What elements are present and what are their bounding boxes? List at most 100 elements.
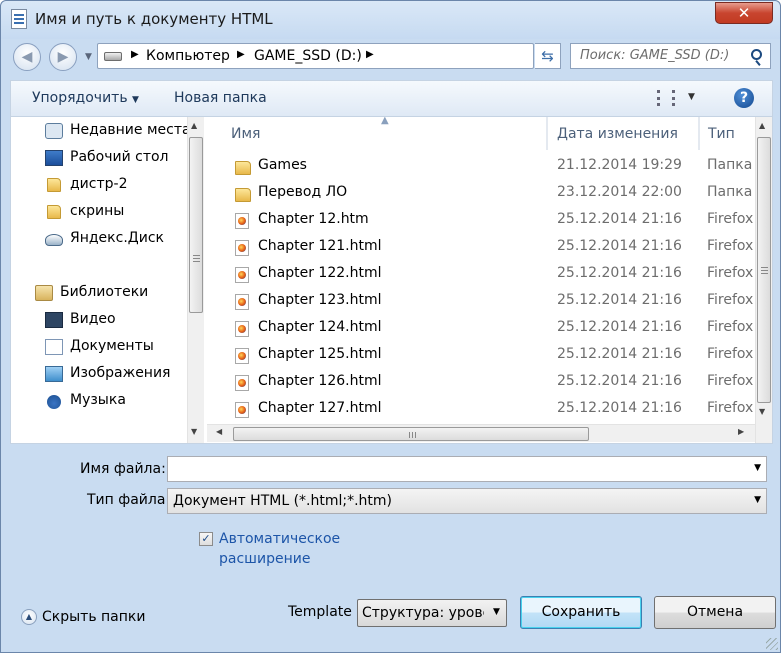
file-name: Chapter 123.html xyxy=(258,292,382,308)
scroll-right-icon[interactable]: ▶ xyxy=(738,427,744,436)
search-icon[interactable] xyxy=(751,49,762,60)
file-row[interactable]: Chapter 124.html 25.12.2014 21:16 Firefox xyxy=(207,315,755,342)
close-button[interactable]: ✕ xyxy=(715,2,773,24)
view-dropdown-icon[interactable]: ▼ xyxy=(688,92,695,102)
scroll-up-icon[interactable]: ▲ xyxy=(191,121,197,130)
music-library-icon xyxy=(47,395,61,409)
column-header-date[interactable]: Дата изменения xyxy=(547,117,699,150)
breadcrumb-drive[interactable]: GAME_SSD (D:) xyxy=(254,48,362,64)
chevron-down-icon[interactable]: ▼ xyxy=(754,463,761,473)
images-library-icon xyxy=(45,366,63,382)
refresh-icon: ⇆ xyxy=(541,47,554,65)
column-header-name[interactable]: Имя ▲ xyxy=(207,117,547,150)
sort-ascending-icon: ▲ xyxy=(381,117,389,126)
view-options-icon[interactable] xyxy=(657,90,675,106)
firefox-file-icon xyxy=(235,375,249,391)
firefox-file-icon xyxy=(235,267,249,283)
file-date: 25.12.2014 21:16 xyxy=(557,373,682,389)
yandex-disk-icon xyxy=(45,234,63,246)
firefox-file-icon xyxy=(235,213,249,229)
cancel-button[interactable]: Отмена xyxy=(654,596,776,629)
firefox-file-icon xyxy=(235,348,249,364)
file-type: Firefox xyxy=(707,400,754,416)
file-name: Chapter 122.html xyxy=(258,265,382,281)
horizontal-scroll-thumb[interactable] xyxy=(233,427,589,441)
file-type: Firefox xyxy=(707,211,754,227)
navigation-scrollbar[interactable]: ▲ ▼ xyxy=(187,117,204,443)
file-name: Chapter 121.html xyxy=(258,238,382,254)
breadcrumb-arrow-icon[interactable]: ▶ xyxy=(131,49,139,60)
file-date: 25.12.2014 21:16 xyxy=(557,292,682,308)
new-folder-button[interactable]: Новая папка xyxy=(174,90,267,106)
file-row[interactable]: Chapter 127.html 25.12.2014 21:16 Firefox xyxy=(207,396,755,423)
scroll-left-icon[interactable]: ◀ xyxy=(216,427,222,436)
file-type: Папка xyxy=(707,184,753,200)
filename-field[interactable]: ▼ xyxy=(167,456,767,482)
folder-icon xyxy=(235,161,251,175)
auto-extension-checkbox[interactable]: ✓ xyxy=(199,532,213,546)
navigation-pane: Недавние места Рабочий стол дистр-2 скри… xyxy=(11,117,187,445)
auto-extension-label[interactable]: Автоматическое xyxy=(219,531,340,547)
filetype-select[interactable]: Документ HTML (*.html;*.htm) ▼ xyxy=(167,488,767,514)
organize-button[interactable]: Упорядочить ▼ xyxy=(32,90,139,106)
back-button[interactable]: ◀ xyxy=(13,43,41,71)
file-row[interactable]: Chapter 125.html 25.12.2014 21:16 Firefox xyxy=(207,342,755,369)
auto-extension-label-2[interactable]: расширение xyxy=(219,551,310,567)
scroll-up-icon[interactable]: ▲ xyxy=(759,121,765,130)
files-scroll-thumb[interactable] xyxy=(757,137,771,403)
window-title: Имя и путь к документу HTML xyxy=(35,10,273,28)
save-button[interactable]: Сохранить xyxy=(520,596,642,629)
breadcrumb-arrow-icon[interactable]: ▶ xyxy=(237,49,245,60)
document-icon xyxy=(11,9,27,29)
firefox-file-icon xyxy=(235,402,249,418)
recent-locations-dropdown[interactable]: ▼ xyxy=(85,52,92,62)
file-date: 25.12.2014 21:16 xyxy=(557,400,682,416)
checkmark-icon: ✓ xyxy=(201,532,211,545)
file-type: Firefox xyxy=(707,238,754,254)
address-bar[interactable]: ▶ Компьютер ▶ GAME_SSD (D:) ▶ ▼ xyxy=(97,43,623,69)
file-row[interactable]: Chapter 122.html 25.12.2014 21:16 Firefox xyxy=(207,261,755,288)
refresh-button[interactable]: ⇆ xyxy=(535,43,561,69)
breadcrumb-computer[interactable]: Компьютер xyxy=(146,48,230,64)
file-name: Перевод ЛО xyxy=(258,184,348,200)
file-row[interactable]: Chapter 121.html 25.12.2014 21:16 Firefox xyxy=(207,234,755,261)
resize-grip-icon[interactable] xyxy=(766,638,778,650)
drive-icon xyxy=(104,52,122,61)
files-vertical-scrollbar[interactable]: ▲ ▼ xyxy=(755,117,772,443)
file-name: Chapter 12.htm xyxy=(258,211,369,227)
help-icon[interactable]: ? xyxy=(734,88,754,108)
template-select[interactable]: Структура: уровень ▼ xyxy=(357,599,507,627)
chevron-down-icon[interactable]: ▼ xyxy=(754,495,761,505)
file-row[interactable]: Chapter 12.htm 25.12.2014 21:16 Firefox xyxy=(207,207,755,234)
hide-folders-button[interactable]: Скрыть папки xyxy=(42,609,145,625)
file-row[interactable]: Chapter 126.html 25.12.2014 21:16 Firefox xyxy=(207,369,755,396)
file-type: Firefox xyxy=(707,319,754,335)
video-library-icon xyxy=(45,312,63,328)
back-arrow-icon: ◀ xyxy=(21,49,33,65)
navigation-scroll-thumb[interactable] xyxy=(189,137,203,313)
file-date: 25.12.2014 21:16 xyxy=(557,238,682,254)
file-row[interactable]: Перевод ЛО 23.12.2014 22:00 Папка xyxy=(207,180,755,207)
firefox-file-icon xyxy=(235,321,249,337)
forward-button[interactable]: ▶ xyxy=(49,43,77,71)
folder-icon xyxy=(235,188,251,202)
file-row[interactable]: Games 21.12.2014 19:29 Папка xyxy=(207,153,755,180)
file-list: Имя ▲ Дата изменения Тип Games 21.12.2014 … xyxy=(207,117,755,426)
files-horizontal-scrollbar[interactable]: ◀ ▶ xyxy=(207,424,755,442)
file-type: Firefox xyxy=(707,346,754,362)
collapse-icon[interactable]: ▲ xyxy=(21,609,37,625)
file-row[interactable]: Chapter 123.html 25.12.2014 21:16 Firefox xyxy=(207,288,755,315)
title-bar: Имя и путь к документу HTML ✕ xyxy=(1,1,780,39)
scroll-down-icon[interactable]: ▼ xyxy=(191,427,197,436)
breadcrumb-arrow-icon[interactable]: ▶ xyxy=(366,49,374,60)
file-date: 23.12.2014 22:00 xyxy=(557,184,682,200)
file-name: Chapter 125.html xyxy=(258,346,382,362)
forward-arrow-icon: ▶ xyxy=(57,49,69,65)
column-header-type[interactable]: Тип xyxy=(699,117,755,150)
file-date: 25.12.2014 21:16 xyxy=(557,346,682,362)
filetype-label: Тип файла: xyxy=(87,492,171,508)
search-input[interactable]: Поиск: GAME_SSD (D:) xyxy=(570,43,771,69)
template-label: Template xyxy=(288,604,352,620)
scroll-down-icon[interactable]: ▼ xyxy=(759,407,765,416)
folder-icon xyxy=(47,178,61,192)
